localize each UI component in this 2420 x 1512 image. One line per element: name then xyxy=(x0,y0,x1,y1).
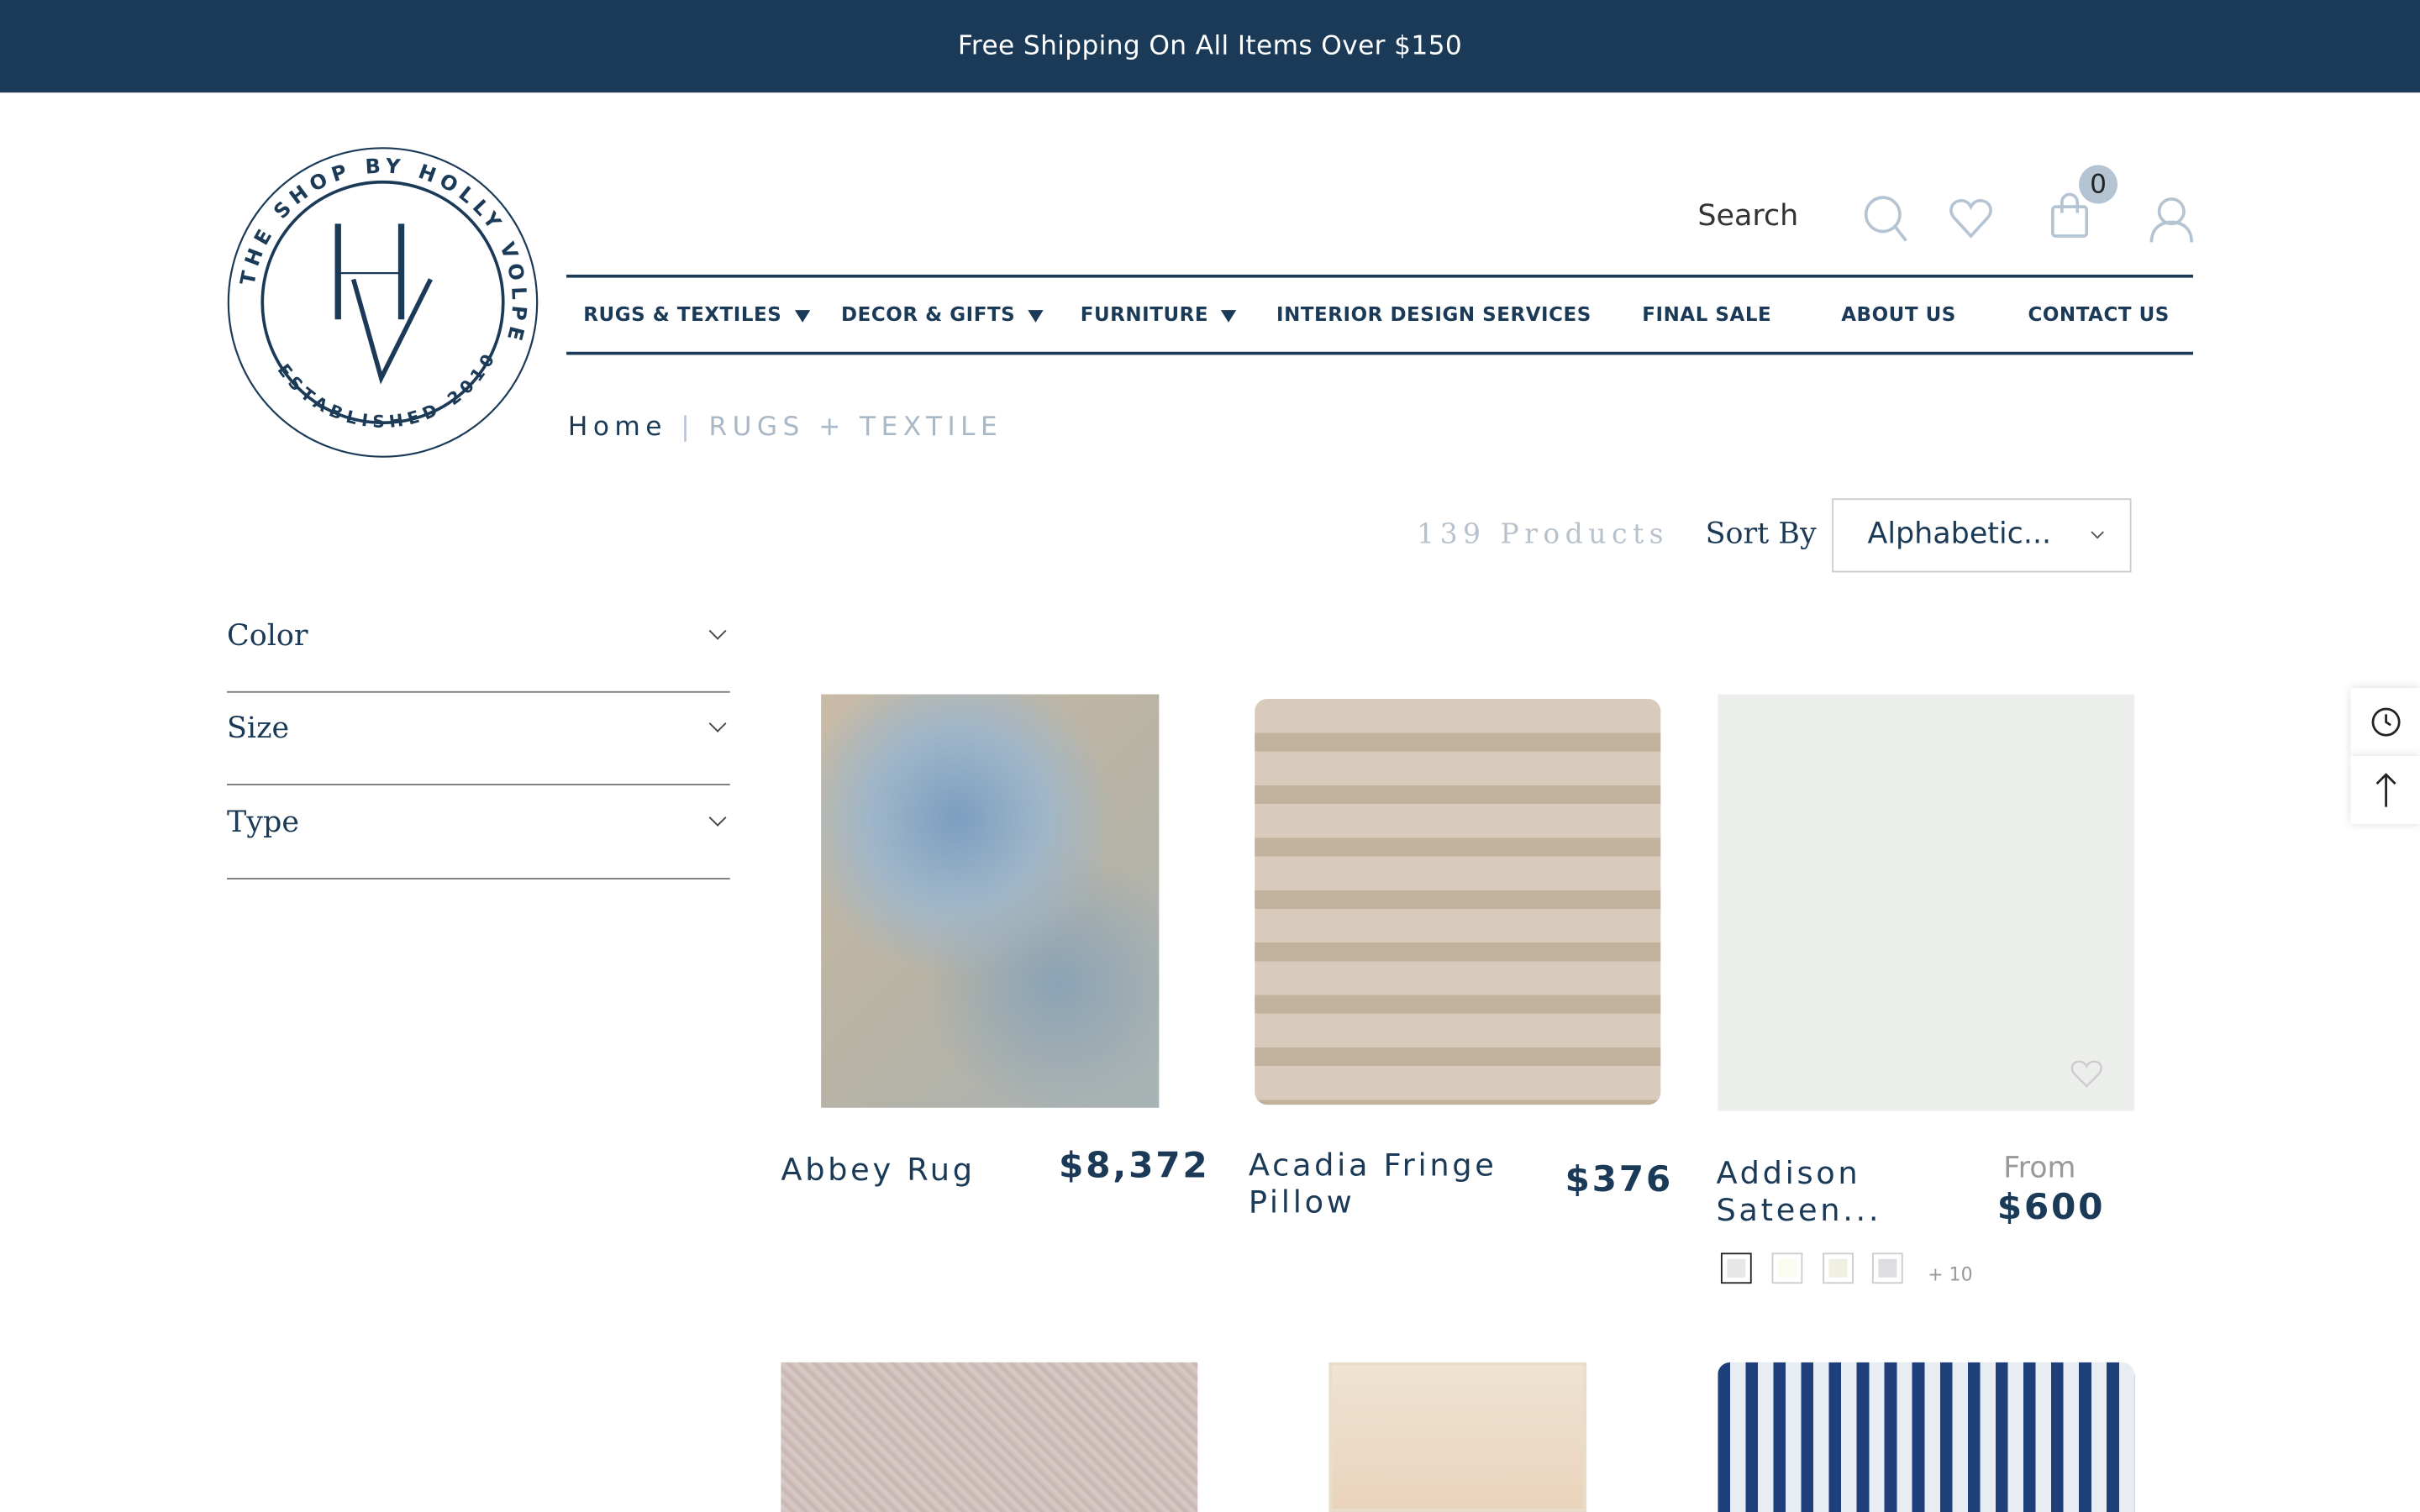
breadcrumb-home[interactable]: Home xyxy=(568,412,667,443)
recently-viewed-button[interactable] xyxy=(2350,688,2420,756)
product-price: $376 xyxy=(1565,1160,1674,1200)
svg-text:ESTABLISHED 2010: ESTABLISHED 2010 xyxy=(274,346,501,432)
nav-rugs-textiles[interactable]: RUGS & TEXTILES xyxy=(583,302,810,326)
product-count: 139 Products xyxy=(1417,518,1670,551)
product-name[interactable]: Abbey Rug xyxy=(781,1151,975,1188)
arrow-up-icon xyxy=(2375,773,2396,807)
search-icon[interactable] xyxy=(1863,194,1909,244)
chevron-down-icon xyxy=(708,715,727,732)
product-image-acadia-fringe-pillow[interactable] xyxy=(1255,699,1661,1105)
main-nav: RUGS & TEXTILES DECOR & GIFTS FURNITURE … xyxy=(566,274,2193,355)
color-swatch[interactable] xyxy=(1720,1252,1752,1284)
caret-down-icon xyxy=(1027,309,1044,322)
product-price: $600 xyxy=(1996,1188,2106,1229)
product-name[interactable]: Addison Sateen... xyxy=(1716,1154,1881,1228)
more-swatches[interactable]: + 10 xyxy=(1928,1263,1973,1285)
nav-contact-us[interactable]: CONTACT US xyxy=(2028,302,2169,326)
nav-furniture[interactable]: FURNITURE xyxy=(1081,302,1237,326)
filter-size[interactable]: Size xyxy=(226,693,730,785)
product-image-abbey-rug[interactable] xyxy=(821,694,1160,1108)
chevron-down-icon xyxy=(708,809,727,827)
product-image[interactable] xyxy=(1328,1362,1587,1512)
sort-select[interactable]: Alphabetic... xyxy=(1832,498,2132,573)
announcement-bar: Free Shipping On All Items Over $150 xyxy=(0,0,2420,93)
caret-down-icon xyxy=(1220,309,1237,322)
nav-final-sale[interactable]: FINAL SALE xyxy=(1642,302,1771,326)
color-swatch[interactable] xyxy=(1771,1252,1803,1284)
heart-icon[interactable] xyxy=(1948,197,1994,240)
wishlist-heart-icon[interactable] xyxy=(2070,1058,2103,1089)
product-image[interactable] xyxy=(1718,1362,2135,1512)
breadcrumb-current: RUGS + TEXTILE xyxy=(708,412,1003,444)
caret-down-icon xyxy=(794,309,810,322)
cart-count-badge: 0 xyxy=(2079,165,2118,204)
sort-label: Sort By xyxy=(1705,517,1817,551)
product-image[interactable] xyxy=(781,1362,1198,1512)
nav-interior-design[interactable]: INTERIOR DESIGN SERVICES xyxy=(1276,302,1591,326)
back-to-top-button[interactable] xyxy=(2350,755,2420,824)
breadcrumb: Home | RUGS + TEXTILE xyxy=(567,412,1003,444)
filter-color[interactable]: Color xyxy=(226,600,730,693)
chevron-down-icon xyxy=(2091,525,2104,539)
store-logo[interactable]: THE SHOP BY HOLLY VOLPE ESTABLISHED 2010 xyxy=(227,146,539,458)
history-icon xyxy=(2370,707,2400,737)
nav-about-us[interactable]: ABOUT US xyxy=(1841,302,1956,326)
color-swatch[interactable] xyxy=(1823,1252,1854,1284)
product-name[interactable]: Acadia Fringe Pillow xyxy=(1249,1147,1497,1221)
nav-decor-gifts[interactable]: DECOR & GIFTS xyxy=(841,302,1044,326)
color-swatch[interactable] xyxy=(1871,1252,1903,1284)
product-image-addison-sateen[interactable] xyxy=(1718,694,2135,1111)
user-icon[interactable] xyxy=(2149,194,2198,244)
search-link[interactable]: Search xyxy=(1697,199,1798,233)
price-prefix: From xyxy=(2003,1151,2076,1185)
product-price: $8,372 xyxy=(1058,1146,1210,1187)
chevron-down-icon xyxy=(708,622,727,640)
filter-type[interactable]: Type xyxy=(226,787,730,879)
